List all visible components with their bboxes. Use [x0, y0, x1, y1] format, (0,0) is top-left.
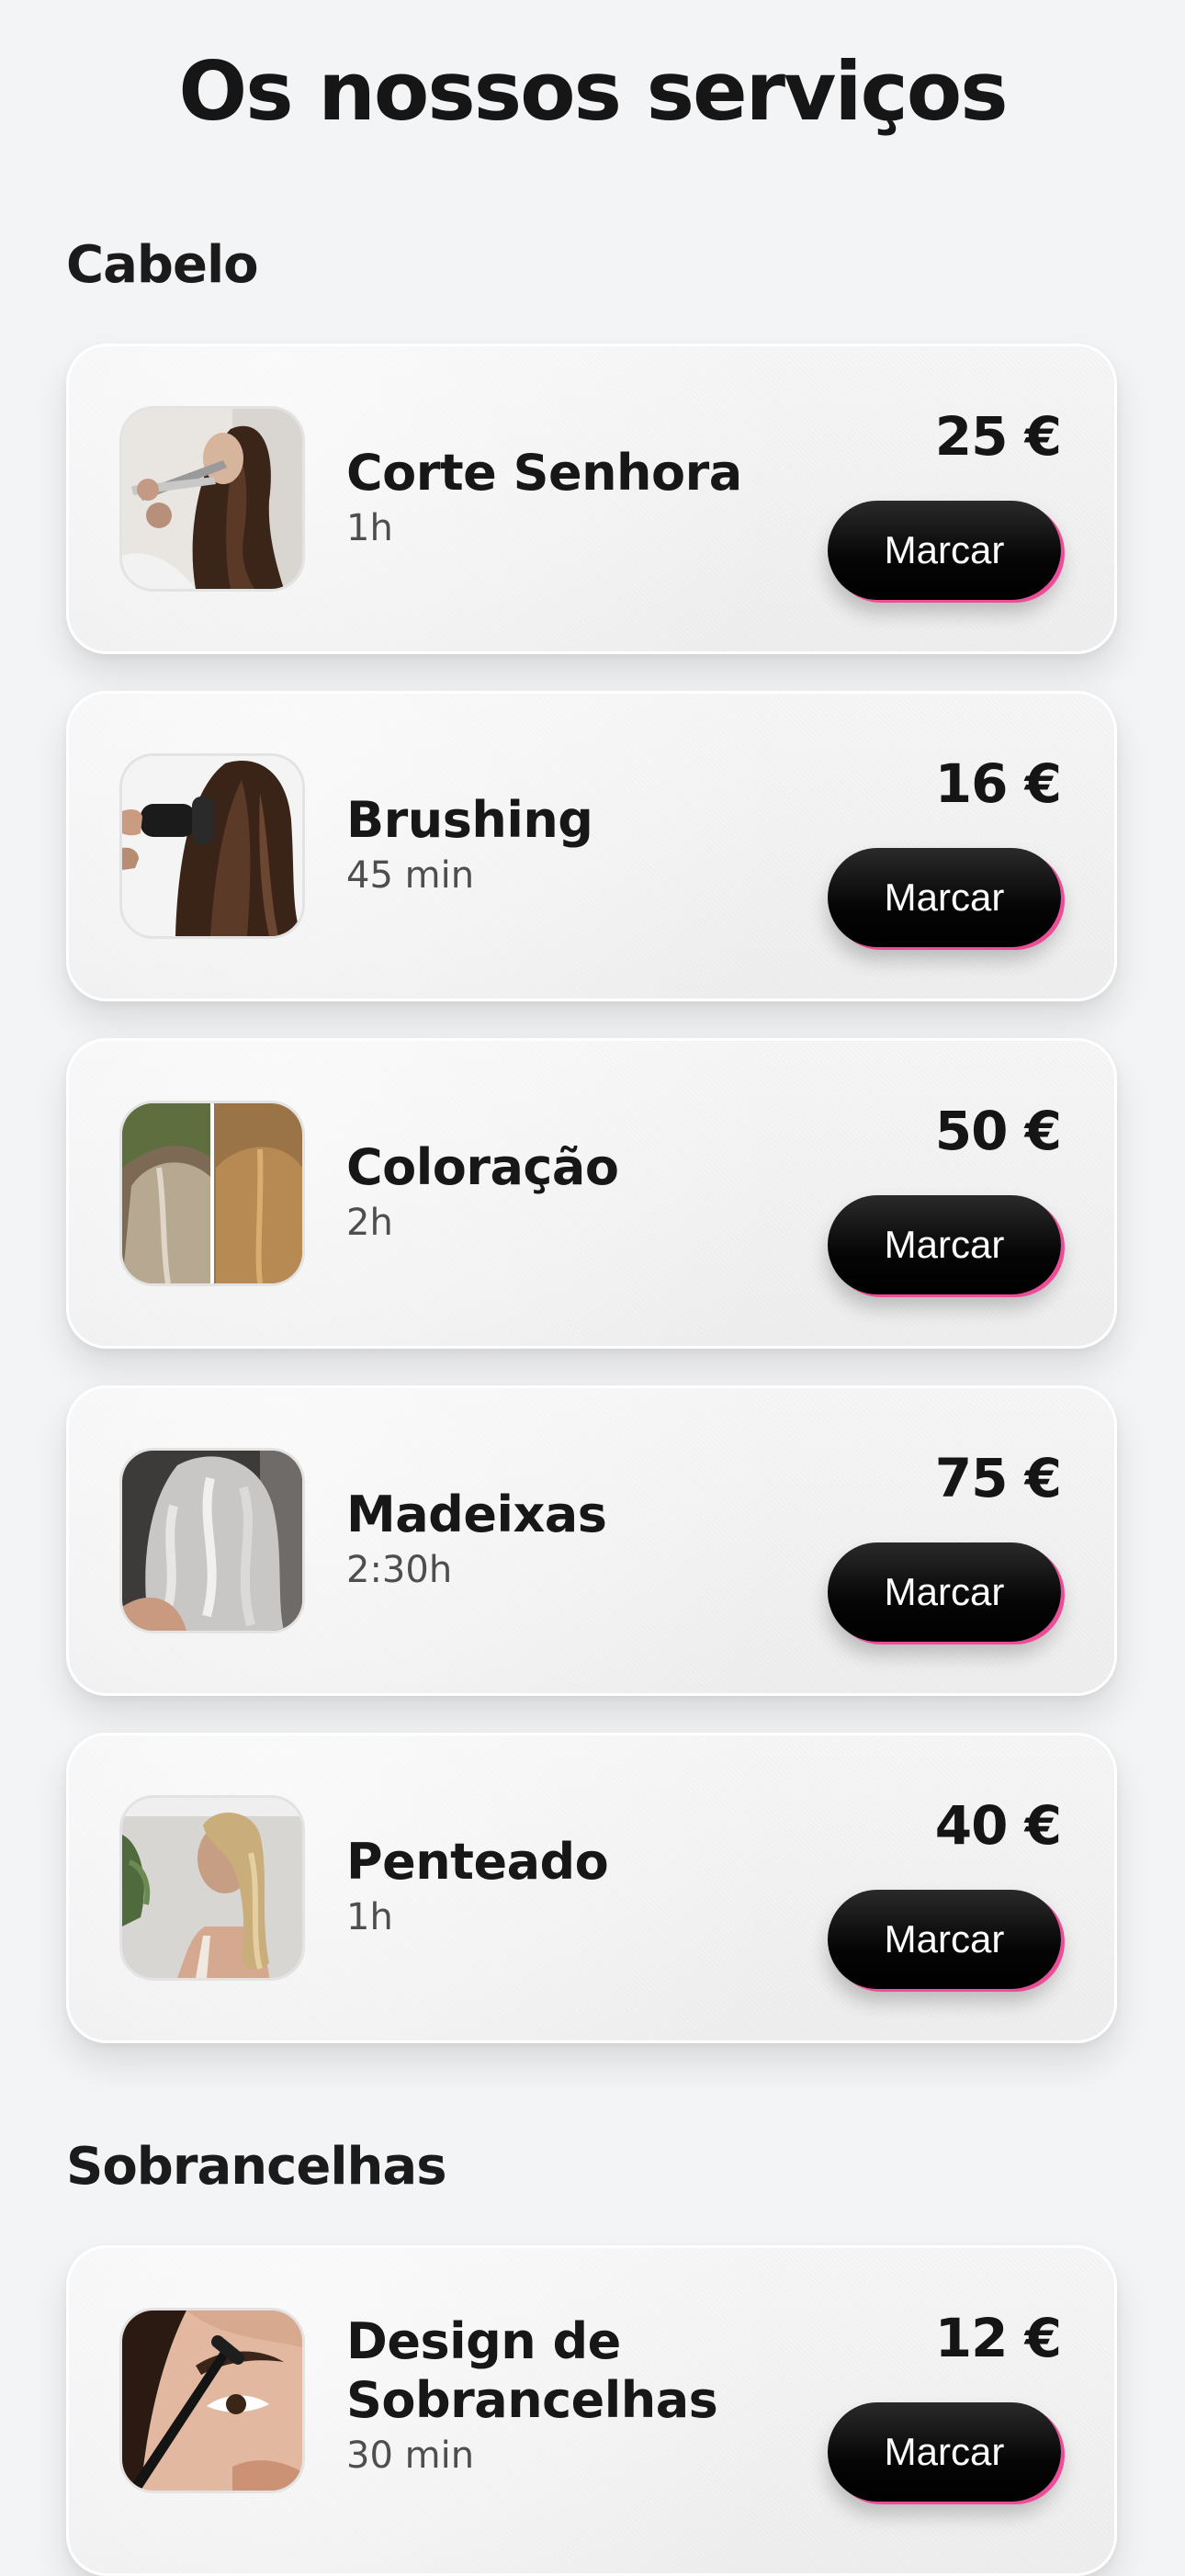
eyebrow-icon [122, 2310, 302, 2491]
book-button[interactable]: Marcar [828, 501, 1061, 600]
highlights-icon [122, 1451, 302, 1631]
hairstyle-icon [122, 1798, 302, 1978]
service-duration: 30 min [346, 2435, 475, 2477]
service-price: 25 € [934, 405, 1062, 468]
service-card-corte-senhora: Corte Senhora 1h 25 € Marcar [66, 344, 1117, 654]
service-name: Penteado [346, 1833, 609, 1891]
service-duration: 2h [346, 1202, 393, 1244]
service-card-brushing: Brushing 45 min 16 € Marcar [66, 691, 1117, 1001]
service-duration: 45 min [346, 854, 475, 897]
service-price: 40 € [934, 1794, 1062, 1857]
service-duration: 1h [346, 507, 393, 549]
service-price: 75 € [934, 1447, 1062, 1509]
service-price: 12 € [934, 2307, 1062, 2369]
section-title-sobrancelhas: Sobrancelhas [66, 2137, 447, 2197]
service-card-design-sobrancelhas: Design de Sobrancelhas 30 min 12 € Marca… [66, 2245, 1117, 2576]
service-name-line-2: Sobrancelhas [346, 2371, 718, 2429]
book-button[interactable]: Marcar [828, 2402, 1061, 2502]
service-duration: 2:30h [346, 1549, 453, 1591]
service-name: Madeixas [346, 1486, 607, 1543]
service-card-coloracao: Coloração 2h 50 € Marcar [66, 1038, 1117, 1349]
page-title: Os nossos serviços [178, 44, 1008, 139]
service-name: Coloração [346, 1138, 619, 1196]
section-title-cabelo: Cabelo [66, 235, 259, 295]
service-card-penteado: Penteado 1h 40 € Marcar [66, 1733, 1117, 2043]
service-price: 16 € [934, 752, 1062, 815]
haircut-icon [122, 409, 302, 589]
hair-color-icon [122, 1103, 302, 1283]
service-name: Brushing [346, 791, 593, 849]
hair-dryer-icon [122, 756, 302, 936]
book-button[interactable]: Marcar [828, 1890, 1061, 1989]
service-price: 50 € [934, 1100, 1062, 1162]
service-card-madeixas: Madeixas 2:30h 75 € Marcar [66, 1385, 1117, 1696]
service-duration: 1h [346, 1896, 393, 1938]
service-name-line-1: Design de [346, 2312, 621, 2370]
book-button[interactable]: Marcar [828, 1195, 1061, 1294]
service-name: Corte Senhora [346, 444, 742, 502]
book-button[interactable]: Marcar [828, 1542, 1061, 1642]
book-button[interactable]: Marcar [828, 848, 1061, 947]
